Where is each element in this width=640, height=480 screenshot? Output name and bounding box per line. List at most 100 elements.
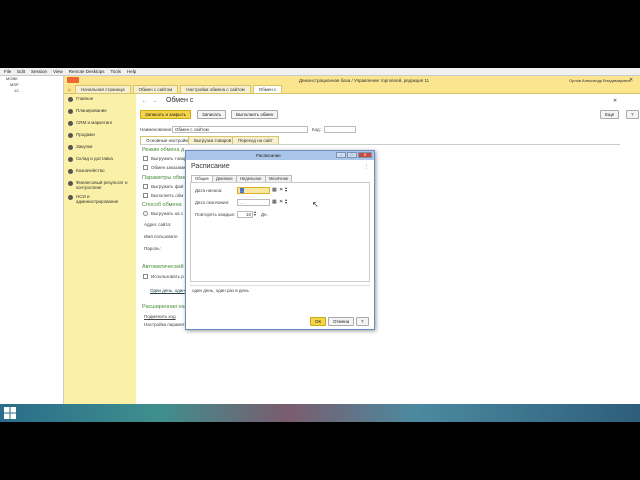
name-label: Наименование: (140, 127, 173, 132)
save-close-button[interactable]: Записать и закрыть (140, 110, 191, 119)
more-button[interactable]: Еще (600, 110, 620, 119)
clear-icon[interactable]: ✕ (279, 187, 283, 193)
sidebar-item-warehouse[interactable]: Склад и доставка (64, 154, 136, 166)
dialog-title: Расписание (256, 153, 281, 158)
section-exchange-method: Способ обмена (142, 202, 182, 208)
tab-exchange-site[interactable]: Обмен с сайтом (132, 85, 179, 93)
name-input[interactable]: Обмен с сайтом (172, 126, 308, 133)
order-exchange-label: Обмен заказами (151, 165, 186, 170)
tab-site-transition[interactable]: Переход на сайт (232, 136, 279, 144)
close-form-icon[interactable]: ✕ (613, 98, 617, 104)
calendar-icon[interactable]: ▦ (272, 199, 277, 205)
code-input[interactable] (324, 126, 356, 133)
windows-start-icon[interactable] (4, 407, 16, 419)
home-icon[interactable]: ⌂ (68, 87, 71, 93)
tab-general[interactable]: Общие (191, 175, 213, 182)
1c-logo-icon (67, 77, 79, 83)
tab-goods-export[interactable]: Выгрузка товаров (188, 136, 238, 144)
sidebar-item-crm[interactable]: CRM и маркетинг (64, 118, 136, 130)
schedule-link[interactable]: Один день, один (150, 288, 185, 293)
spin-icon[interactable]: ▴ ▾ (254, 210, 256, 217)
forward-arrow-icon[interactable]: → (152, 98, 157, 104)
money-icon (68, 169, 73, 174)
end-date-label: Дата окончания: (195, 200, 230, 205)
export-goods-label: Выгружать товар (151, 156, 187, 161)
calendar-icon (68, 109, 73, 114)
tree-item[interactable]: 1C (0, 88, 63, 94)
menu-remote-desktops[interactable]: Remote Desktops (69, 69, 105, 74)
start-date-label: Дата начала: (195, 188, 223, 193)
export-goods-checkbox[interactable] (143, 156, 148, 161)
run-exchange-checkbox[interactable] (143, 193, 148, 198)
export-radio-label: Выгружать на с (151, 211, 184, 216)
ok-button[interactable]: ОК (310, 317, 327, 326)
close-icon[interactable]: ✕ (629, 77, 633, 83)
tab-weekly[interactable]: Недельное (236, 175, 266, 182)
clear-icon[interactable]: ✕ (279, 199, 283, 205)
gear-icon (68, 195, 73, 200)
menu-view[interactable]: View (53, 69, 63, 74)
section-exchange-mode: Режим обмена д (142, 147, 185, 153)
sidebar-item-purchases[interactable]: Закупки (64, 142, 136, 154)
password-label: Пароль: (144, 246, 161, 251)
maximize-icon[interactable]: □ (347, 152, 357, 158)
tab-daily[interactable]: Дневное (212, 175, 237, 182)
section-exchange-params: Параметры обмен (142, 175, 189, 181)
minimize-icon[interactable]: – (336, 152, 346, 158)
menu-tools[interactable]: Tools (111, 69, 122, 74)
tab-home[interactable]: Начальная страница (75, 85, 131, 93)
menu-file[interactable]: File (4, 69, 11, 74)
cancel-button[interactable]: Отмена (328, 317, 355, 326)
sections-sidebar: Главное Планирование CRM и маркетинг Про… (64, 94, 136, 404)
more-vertical-icon[interactable]: ⋮ (364, 164, 369, 170)
help-button[interactable]: ? (356, 317, 369, 326)
use-schedule-checkbox[interactable] (143, 274, 148, 279)
replace-code-link[interactable]: Подменить код (144, 314, 176, 319)
sidebar-item-sales[interactable]: Продажи (64, 130, 136, 142)
crm-icon (68, 121, 73, 126)
export-files-label: Выгружать фай (151, 184, 184, 189)
repeat-label: Повторять каждые: (195, 212, 236, 217)
site-address-label: Адрес сайта: (144, 222, 172, 227)
menu-icon (68, 97, 73, 102)
end-date-input[interactable]: . . (237, 199, 270, 206)
menu-help[interactable]: Help (127, 69, 136, 74)
spin-icon[interactable]: ▴ ▾ (285, 186, 287, 193)
sidebar-item-treasury[interactable]: Казначейство (64, 166, 136, 178)
export-radio[interactable] (143, 211, 148, 216)
app-title: Демонстрационная база / Управление торго… (299, 77, 430, 83)
menu-session[interactable]: Session (31, 69, 47, 74)
sidebar-item-main[interactable]: Главное (64, 94, 136, 106)
user-name[interactable]: Орлов Александр Владимирович (569, 78, 631, 83)
spin-icon[interactable]: ▴ ▾ (285, 198, 287, 205)
sidebar-item-planning[interactable]: Планирование (64, 106, 136, 118)
calendar-icon[interactable]: ▦ (272, 187, 277, 193)
divider (190, 285, 370, 286)
params-setting-link[interactable]: Настройка параметр (144, 322, 187, 327)
back-arrow-icon[interactable]: ← (142, 98, 147, 104)
use-schedule-label: Использовать р (151, 274, 184, 279)
order-exchange-checkbox[interactable] (143, 165, 148, 170)
export-files-checkbox[interactable] (143, 184, 148, 189)
chart-icon (68, 181, 73, 186)
tab-monthly[interactable]: Месячное (265, 175, 293, 182)
sales-icon (68, 133, 73, 138)
start-date-input[interactable]: . . (237, 187, 270, 194)
sidebar-item-admin[interactable]: НСИ и администрирование (64, 192, 136, 206)
save-button[interactable]: Записать (197, 110, 227, 119)
open-windows-tabs: ⌂ Начальная страница Обмен с сайтом Наст… (64, 84, 640, 94)
run-exchange-button[interactable]: Выполнить обмен (231, 110, 279, 119)
form-title: Обмен с (166, 97, 194, 104)
repeat-input[interactable]: 10 (237, 211, 253, 218)
tab-exchange-settings[interactable]: Настройки обмена с сайтом (180, 85, 251, 93)
code-label: Код: (312, 127, 321, 132)
close-icon[interactable]: ✕ (358, 152, 372, 158)
sidebar-item-finance[interactable]: Финансовый результат и контроллинг (64, 178, 136, 192)
schedule-dialog: Расписание – □ ✕ Расписание ⋮ Общие Днев… (185, 150, 375, 330)
cart-icon (68, 145, 73, 150)
app-title-bar: Демонстрационная база / Управление торго… (64, 76, 640, 84)
section-extended: Расширенная на (142, 304, 185, 310)
help-button[interactable]: ? (626, 110, 639, 119)
tab-exchange-current[interactable]: Обмен с (252, 85, 283, 93)
menu-edit[interactable]: Edit (17, 69, 25, 74)
